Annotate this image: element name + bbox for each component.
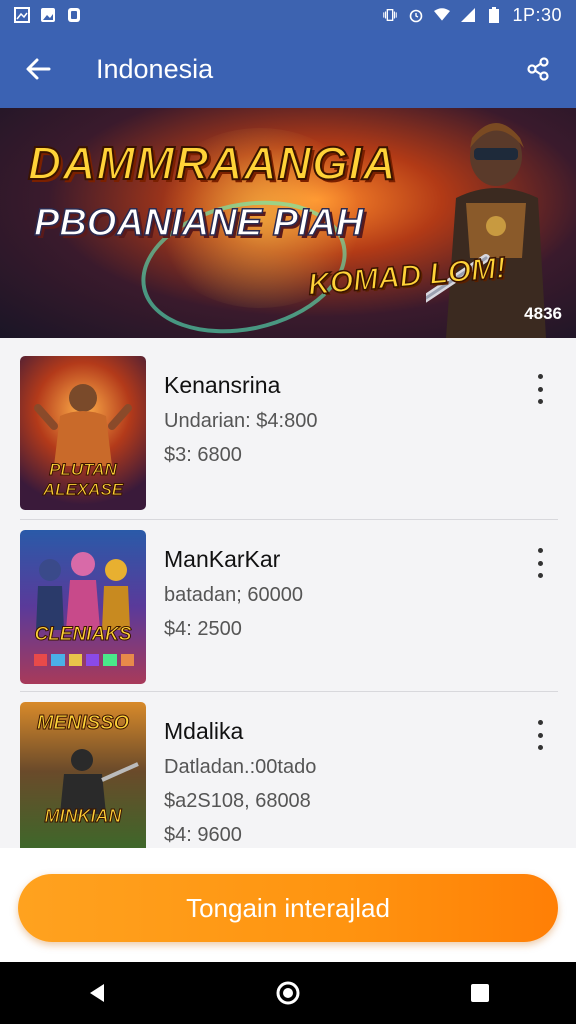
battery-icon xyxy=(486,7,502,23)
item-price: $3: 6800 xyxy=(164,444,242,466)
more-options-button[interactable] xyxy=(530,548,550,578)
status-time: 1P:30 xyxy=(512,4,562,25)
game-thumbnail[interactable]: MENISSO MINKIAN xyxy=(20,702,146,848)
list-item[interactable]: MENISSO MINKIAN Mdalika Datladan.:00tado… xyxy=(0,684,576,848)
item-price: $4: 2500 xyxy=(164,618,242,640)
alarm-icon xyxy=(408,7,424,23)
home-circle-icon xyxy=(276,981,300,1005)
dot-icon xyxy=(537,399,543,404)
app-bar: Indonesia xyxy=(0,30,576,108)
status-bar: 1P:30 xyxy=(0,0,576,30)
more-options-button[interactable] xyxy=(530,720,550,750)
list-item[interactable]: CLENIAKS ManKarKar batadan; 60000 $4: 25… xyxy=(0,512,576,684)
thumbnail-title: MINKIAN xyxy=(44,806,122,827)
bottom-action-bar: Tongain interajlad xyxy=(0,848,576,962)
photo-icon xyxy=(40,7,56,23)
dot-icon xyxy=(537,720,543,725)
page-title: Indonesia xyxy=(96,53,214,84)
dot-icon xyxy=(537,560,543,566)
item-price-alt: $4: 9600 xyxy=(164,824,242,846)
signal-icon xyxy=(460,7,476,23)
thumbnail-title-top: MENISSO xyxy=(36,712,130,735)
nav-home-button[interactable] xyxy=(268,973,308,1013)
back-button[interactable] xyxy=(20,51,56,87)
game-thumbnail[interactable]: PLUTAN ALEXASE xyxy=(20,356,146,510)
banner-headline: DAMMRAANGIA xyxy=(27,136,397,190)
arrow-left-icon xyxy=(26,58,51,80)
nav-recents-button[interactable] xyxy=(460,973,500,1013)
thumbnail-title: CLENIAKS xyxy=(34,624,132,646)
item-price: $a2S108, 68008 xyxy=(164,790,311,812)
vibrate-icon xyxy=(382,7,398,23)
recents-square-icon xyxy=(471,984,489,1002)
status-bar-right: 1P:30 xyxy=(382,5,562,26)
game-list: PLUTAN ALEXASE Kenansrina Undarian: $4:8… xyxy=(0,338,576,848)
primary-action-button[interactable]: Tongain interajlad xyxy=(18,874,558,942)
gallery-icon xyxy=(14,7,30,23)
banner-subheadline: PBOANIANE PIAH xyxy=(33,201,364,245)
color-tiles xyxy=(34,654,134,666)
item-name: ManKarKar xyxy=(164,546,281,572)
dot-icon xyxy=(537,573,543,578)
dot-icon xyxy=(537,732,543,738)
item-name: Kenansrina xyxy=(164,372,281,398)
thumbnail-title: PLUTAN ALEXASE xyxy=(42,460,124,500)
game-thumbnail[interactable]: CLENIAKS xyxy=(20,530,146,684)
back-triangle-icon xyxy=(90,984,104,1002)
dot-icon xyxy=(537,386,543,392)
share-icon xyxy=(527,57,549,81)
system-navigation-bar xyxy=(0,962,576,1024)
dot-icon xyxy=(537,745,543,750)
more-options-button[interactable] xyxy=(530,374,550,404)
status-bar-left xyxy=(14,7,82,23)
wifi-icon xyxy=(434,7,451,23)
item-detail: Undarian: $4:800 xyxy=(164,410,318,432)
share-button[interactable] xyxy=(520,51,556,87)
notification-icon xyxy=(66,7,82,23)
dot-icon xyxy=(537,548,543,553)
banner-code: 4836 xyxy=(524,304,562,323)
dot-icon xyxy=(537,374,543,379)
promo-banner[interactable]: DAMMRAANGIA PBOANIANE PIAH KOMAD LOM! 48… xyxy=(0,108,576,338)
list-item[interactable]: PLUTAN ALEXASE Kenansrina Undarian: $4:8… xyxy=(0,338,576,510)
nav-back-button[interactable] xyxy=(76,973,116,1013)
item-name: Mdalika xyxy=(164,718,244,744)
item-detail: Datladan.:00tado xyxy=(164,756,317,778)
item-detail: batadan; 60000 xyxy=(164,584,304,606)
